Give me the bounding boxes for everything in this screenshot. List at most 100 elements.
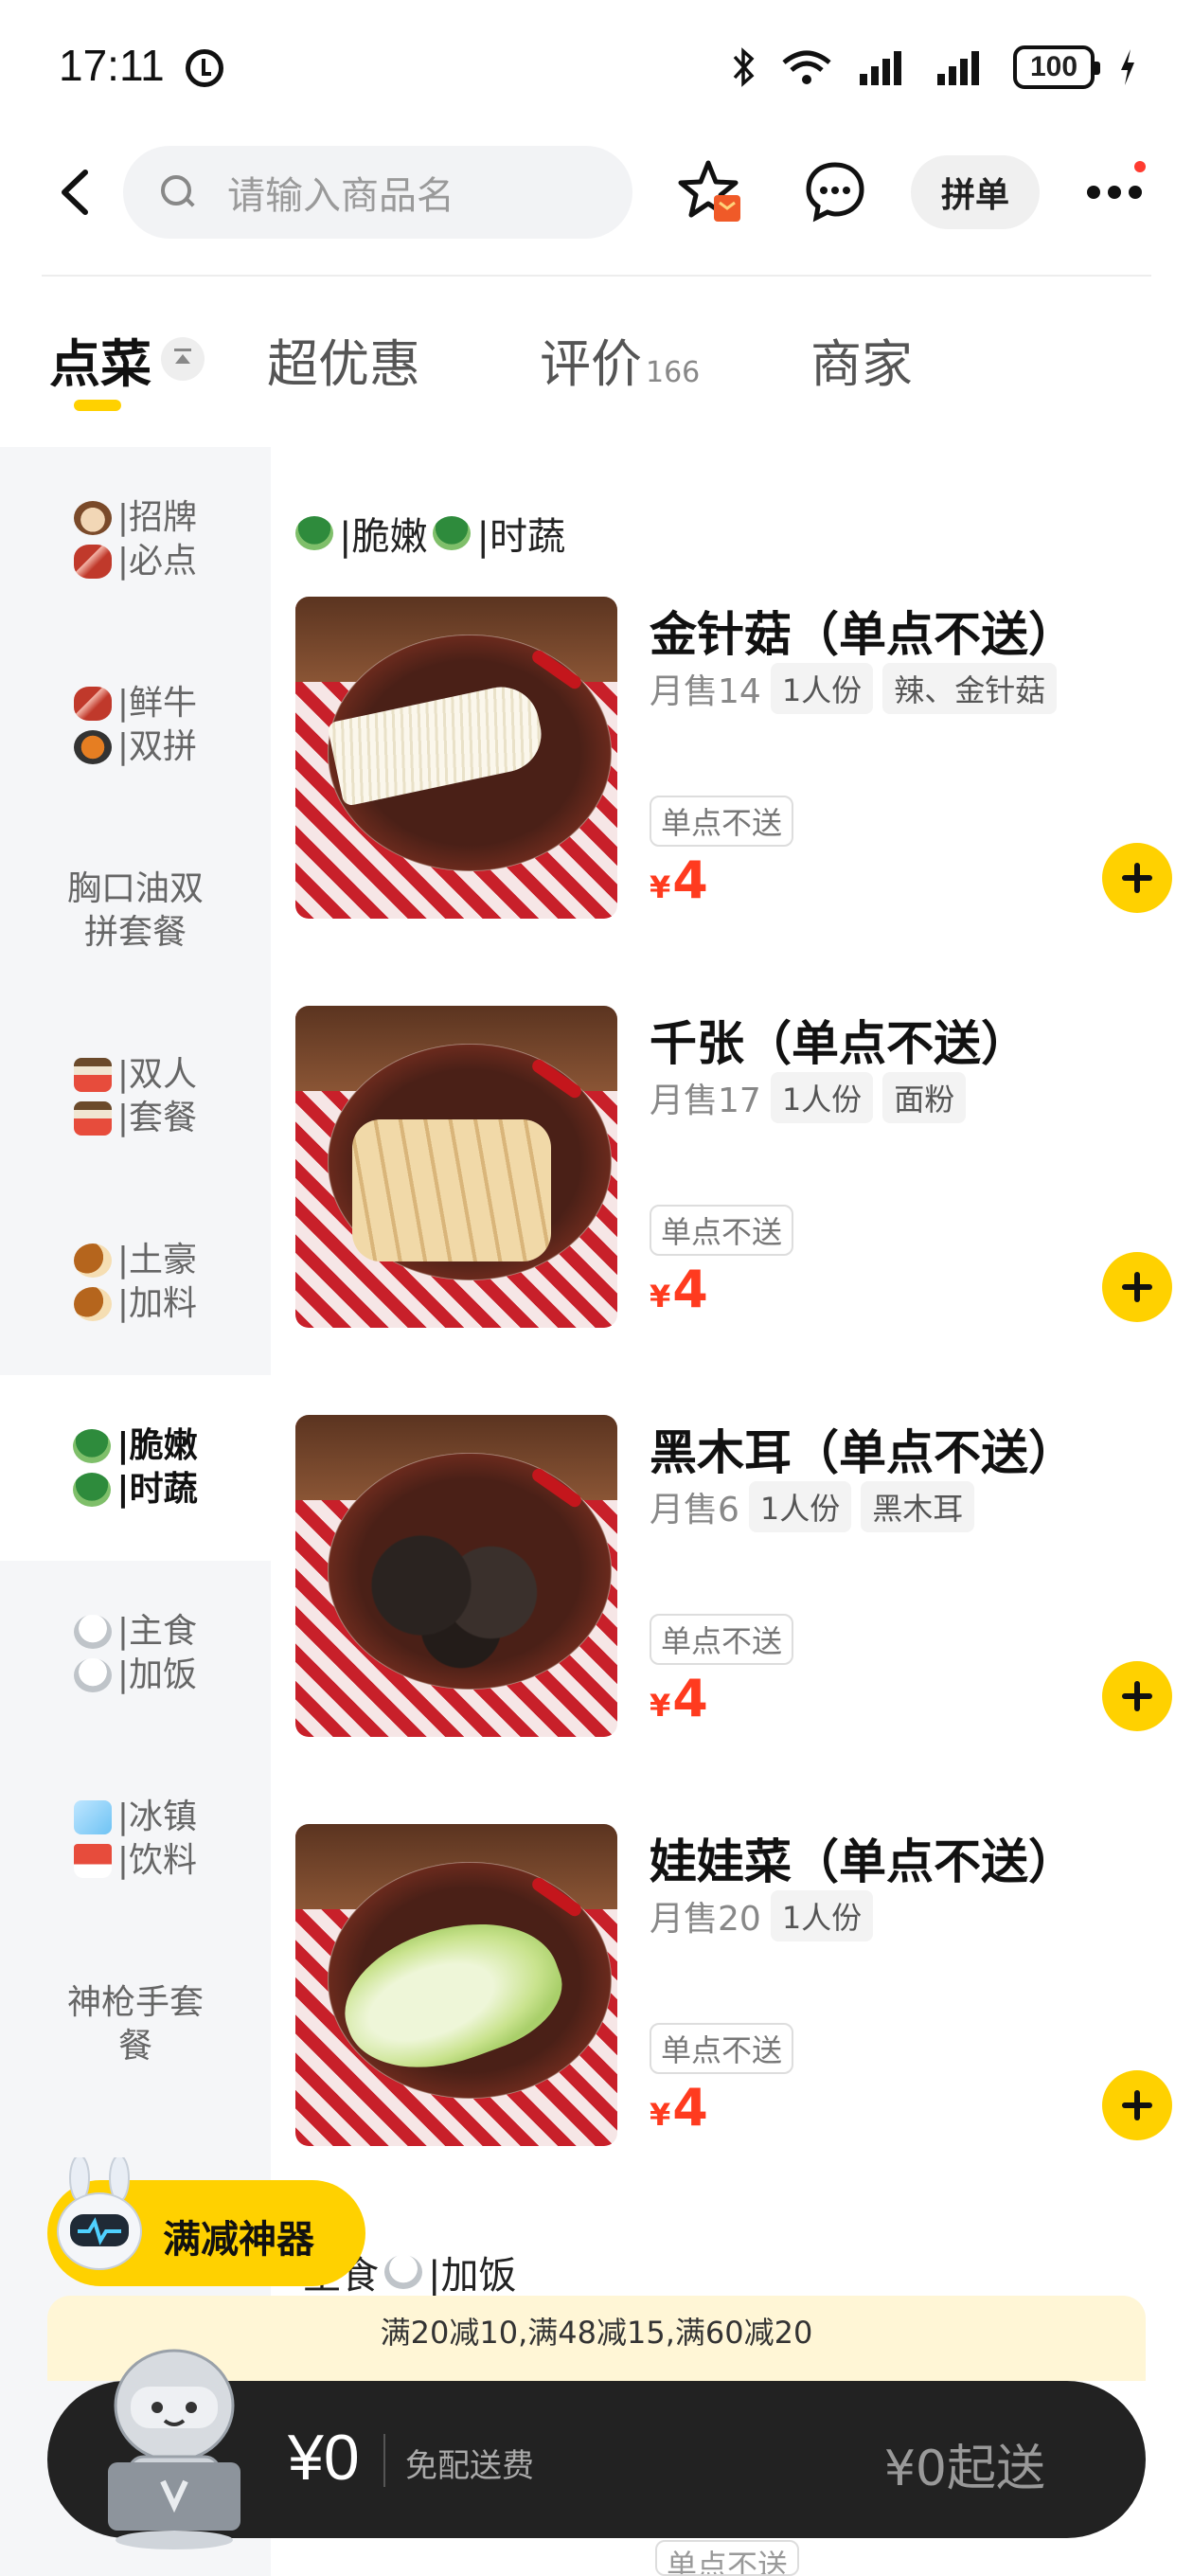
category-label: |双拼 xyxy=(116,727,198,766)
item-tag: 1人份 xyxy=(748,1481,852,1532)
list-item[interactable]: 千张（单点不送） 月售17 1人份 面粉 单点不送 ¥4 xyxy=(295,1006,1172,1328)
price-value: 4 xyxy=(672,2078,708,2138)
hotpot-icon xyxy=(73,730,112,764)
category-label: |饮料 xyxy=(116,1841,198,1880)
category-label: |必点 xyxy=(116,542,198,581)
food-image xyxy=(295,597,617,919)
item-price: ¥4 xyxy=(650,2078,708,2138)
item-meta: 月售17 1人份 面粉 xyxy=(650,1072,967,1123)
item-price: ¥4 xyxy=(650,1260,708,1319)
price-value: 4 xyxy=(672,1669,708,1728)
item-tag: 辣、金针菇 xyxy=(882,663,1058,714)
category-label: |鲜牛 xyxy=(116,684,198,723)
add-to-cart-button[interactable] xyxy=(1102,1661,1172,1731)
monthly-sales: 月售6 xyxy=(650,1491,739,1530)
ice-cube-icon xyxy=(73,1800,112,1834)
sidebar-item-signature[interactable]: |招牌 |必点 xyxy=(0,447,271,633)
list-item[interactable]: 金针菇（单点不送） 月售14 1人份 辣、金针菇 单点不送 ¥4 xyxy=(295,597,1172,919)
tab-merchant[interactable]: 商家 xyxy=(810,322,913,397)
sidebar-item-drinks[interactable]: |冰镇 |饮料 xyxy=(0,1746,271,1932)
pin-to-top-icon[interactable] xyxy=(161,337,205,381)
sidebar-item-fresh-beef[interactable]: |鲜牛 |双拼 xyxy=(0,633,271,818)
item-name: 娃娃菜（单点不送） xyxy=(650,1834,1076,1889)
discount-helper-label: 满减神器 xyxy=(163,2218,314,2262)
rice-bowl-icon xyxy=(73,1615,112,1649)
list-item[interactable]: 黑木耳（单点不送） 月售6 1人份 黑木耳 单点不送 ¥4 xyxy=(295,1415,1172,1737)
tab-bar: 点菜 超优惠 评价 166 商家 xyxy=(0,313,1193,436)
discount-helper-button[interactable]: 满减神器 xyxy=(47,2155,365,2286)
add-to-cart-button[interactable] xyxy=(1102,2070,1172,2140)
sidebar-item-sharpshooter[interactable]: 神枪手套 餐 xyxy=(0,1932,271,2118)
alarm-icon xyxy=(186,49,223,87)
back-arrow-icon[interactable] xyxy=(57,169,95,216)
item-price: ¥4 xyxy=(650,1669,708,1728)
active-tab-indicator xyxy=(74,400,121,411)
category-label: |主食 xyxy=(116,1612,198,1651)
price-value: 4 xyxy=(672,1260,708,1319)
bento-box-icon xyxy=(73,1058,112,1092)
category-label: |时蔬 xyxy=(116,1470,198,1509)
sidebar-item-double-set[interactable]: |双人 |套餐 xyxy=(0,1004,271,1190)
wifi-icon xyxy=(780,47,833,87)
item-meta: 月售20 1人份 xyxy=(650,1890,874,1941)
broccoli-icon xyxy=(295,516,333,550)
not-sold-alone-badge: 单点不送 xyxy=(650,1614,794,1665)
search-input[interactable]: 请输入商品名 xyxy=(123,146,632,239)
signal-icon xyxy=(858,47,911,87)
search-placeholder: 请输入商品名 xyxy=(227,174,454,218)
category-label: |土豪 xyxy=(116,1241,198,1279)
category-label: |套餐 xyxy=(116,1099,198,1137)
category-label: |冰镇 xyxy=(116,1798,198,1836)
food-image xyxy=(295,1006,617,1328)
drumstick-icon xyxy=(73,1243,112,1278)
item-tag: 黑木耳 xyxy=(861,1481,975,1532)
section-title-part: |加饭 xyxy=(428,2254,517,2298)
price-value: 4 xyxy=(672,850,708,910)
tab-reviews[interactable]: 评价 166 xyxy=(540,322,700,397)
robot-cart-icon[interactable] xyxy=(91,2339,258,2553)
add-to-cart-button[interactable] xyxy=(1102,1252,1172,1322)
not-sold-alone-badge: 单点不送 xyxy=(655,2540,800,2576)
review-count: 166 xyxy=(646,356,701,389)
group-order-button[interactable]: 拼单 xyxy=(911,155,1040,229)
monthly-sales: 月售17 xyxy=(650,1082,761,1120)
drumstick-icon xyxy=(73,1287,112,1321)
category-label: |招牌 xyxy=(116,498,198,537)
item-price: ¥4 xyxy=(650,850,708,910)
meat-icon xyxy=(73,687,112,721)
item-tag: 1人份 xyxy=(770,663,874,714)
section-title-part: |脆嫩 xyxy=(339,515,428,559)
drink-cup-icon xyxy=(73,1844,112,1878)
bluetooth-icon xyxy=(733,47,756,87)
tab-menu[interactable]: 点菜 xyxy=(49,322,151,397)
category-label: |加饭 xyxy=(116,1655,198,1694)
meat-icon xyxy=(73,545,112,579)
top-header: 请输入商品名 拼单 xyxy=(0,140,1193,244)
sidebar-item-staple[interactable]: |主食 |加饭 xyxy=(0,1561,271,1746)
more-menu-icon[interactable] xyxy=(1087,178,1144,206)
favorite-star-icon[interactable] xyxy=(676,157,744,225)
currency-symbol: ¥ xyxy=(650,1279,671,1315)
item-name: 黑木耳（单点不送） xyxy=(650,1425,1076,1480)
list-item[interactable]: 娃娃菜（单点不送） 月售20 1人份 单点不送 ¥4 xyxy=(295,1824,1172,2146)
robot-mascot-icon xyxy=(47,2155,151,2286)
category-label: |脆嫩 xyxy=(116,1426,198,1465)
sidebar-item-extras[interactable]: |土豪 |加料 xyxy=(0,1190,271,1375)
sidebar-item-vegetables[interactable]: |脆嫩 |时蔬 xyxy=(0,1375,271,1561)
currency-symbol: ¥ xyxy=(650,2097,671,2133)
broccoli-icon xyxy=(73,1473,112,1507)
charging-icon xyxy=(1119,47,1136,87)
sidebar-item-combo[interactable]: 胸口油双 拼套餐 xyxy=(0,818,271,1004)
currency-symbol: ¥ xyxy=(650,869,671,905)
signal-icon xyxy=(935,47,988,87)
chat-bubble-icon[interactable] xyxy=(801,157,869,225)
status-icons: 100 xyxy=(733,44,1136,91)
add-to-cart-button[interactable] xyxy=(1102,843,1172,913)
search-icon xyxy=(161,175,195,209)
item-tag: 1人份 xyxy=(770,1890,874,1941)
status-time: 17:11 xyxy=(59,41,165,90)
notification-dot xyxy=(1134,161,1146,172)
status-bar: 17:11 100 xyxy=(0,0,1193,133)
tab-deals[interactable]: 超优惠 xyxy=(267,322,420,397)
monthly-sales: 月售20 xyxy=(650,1900,761,1939)
